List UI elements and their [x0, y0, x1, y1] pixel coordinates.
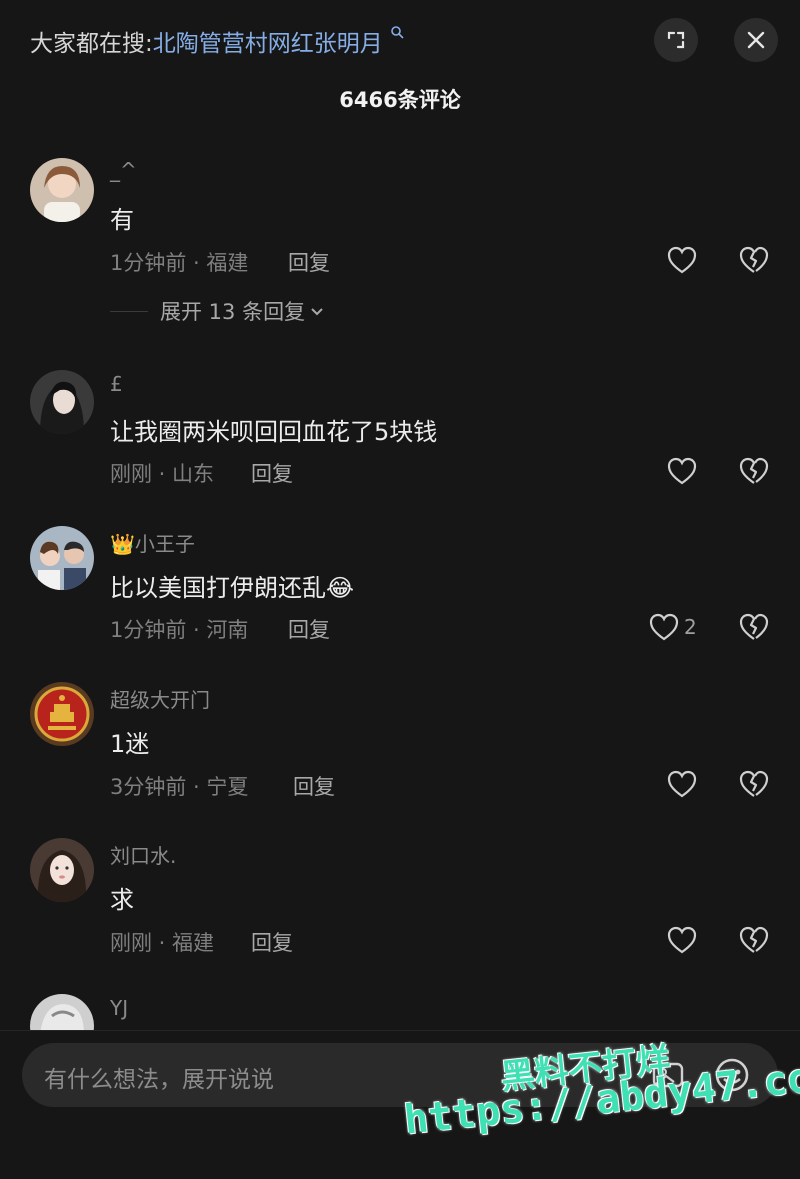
broken-heart-icon: [739, 770, 769, 797]
reply-button[interactable]: 回复: [293, 771, 335, 801]
comment-content: 1迷: [110, 730, 150, 758]
heart-icon: [667, 246, 697, 274]
reply-button[interactable]: 回复: [288, 614, 330, 644]
search-prefix: 大家都在搜:: [30, 31, 153, 57]
username-text: 小王子: [134, 532, 195, 556]
close-button[interactable]: [734, 18, 778, 62]
trending-search[interactable]: 大家都在搜:北陶管营村网红张明月: [30, 24, 404, 58]
like-button[interactable]: [666, 769, 698, 799]
avatar[interactable]: [30, 682, 94, 746]
search-keyword[interactable]: 北陶管营村网红张明月: [153, 31, 383, 57]
heart-icon: [667, 457, 697, 485]
laughing-emoji-icon: 😂: [326, 574, 355, 602]
reply-button[interactable]: 回复: [251, 458, 293, 488]
broken-heart-icon: [739, 926, 769, 953]
reply-button[interactable]: 回复: [251, 927, 293, 957]
comment-content: 求: [110, 886, 134, 914]
crown-badge-icon: 👑: [110, 532, 135, 556]
heart-icon: [667, 926, 697, 954]
like-button[interactable]: [648, 612, 680, 642]
comment-username[interactable]: 超级大开门: [110, 684, 210, 713]
avatar[interactable]: [30, 158, 94, 222]
comment-text: 比以美国打伊朗还乱: [110, 574, 326, 602]
expand-icon: [667, 31, 685, 49]
comment-meta: 3分钟前 · 宁夏: [110, 775, 249, 799]
comment-meta: 刚刚 · 山东: [110, 462, 215, 486]
close-icon: [747, 31, 765, 49]
broken-heart-icon: [739, 246, 769, 273]
dislike-button[interactable]: [738, 245, 770, 275]
top-bar: 大家都在搜:北陶管营村网红张明月: [0, 0, 800, 80]
expand-button[interactable]: [654, 18, 698, 62]
comment-username[interactable]: _^: [110, 158, 137, 182]
like-button[interactable]: [666, 925, 698, 955]
avatar[interactable]: [30, 370, 94, 434]
like-count: 2: [684, 615, 697, 639]
heart-icon: [649, 613, 679, 641]
dislike-button[interactable]: [738, 612, 770, 642]
like-button[interactable]: [666, 456, 698, 486]
comment-username[interactable]: YJ: [110, 996, 128, 1020]
like-button[interactable]: [666, 245, 698, 275]
avatar[interactable]: [30, 526, 94, 590]
avatar[interactable]: [30, 838, 94, 902]
dislike-button[interactable]: [738, 456, 770, 486]
search-icon: [385, 24, 404, 43]
broken-heart-icon: [739, 457, 769, 484]
comment-meta: 1分钟前 · 河南: [110, 618, 249, 642]
broken-heart-icon: [739, 613, 769, 640]
comment-username[interactable]: £: [110, 372, 123, 396]
dislike-button[interactable]: [738, 925, 770, 955]
chevron-down-icon: [309, 302, 325, 321]
comment-content: 比以美国打伊朗还乱😂: [110, 568, 354, 603]
comment-meta: 刚刚 · 福建: [110, 931, 215, 955]
comment-content: 有: [110, 206, 134, 234]
expand-replies-label: 展开 13 条回复: [160, 300, 306, 324]
comment-content: 让我圈两米呗回回血花了5块钱: [110, 418, 438, 446]
comment-count-title: 6466条评论: [339, 88, 461, 112]
dislike-button[interactable]: [738, 769, 770, 799]
heart-icon: [667, 770, 697, 798]
expand-replies-button[interactable]: 展开 13 条回复: [110, 296, 325, 326]
divider: [110, 310, 148, 312]
reply-button[interactable]: 回复: [288, 247, 330, 277]
comment-username[interactable]: 👑小王子: [110, 528, 195, 557]
comment-input-placeholder: 有什么想法，展开说说: [44, 1067, 274, 1093]
comment-meta: 1分钟前 · 福建: [110, 251, 249, 275]
comment-username[interactable]: 刘口水.: [110, 840, 176, 869]
